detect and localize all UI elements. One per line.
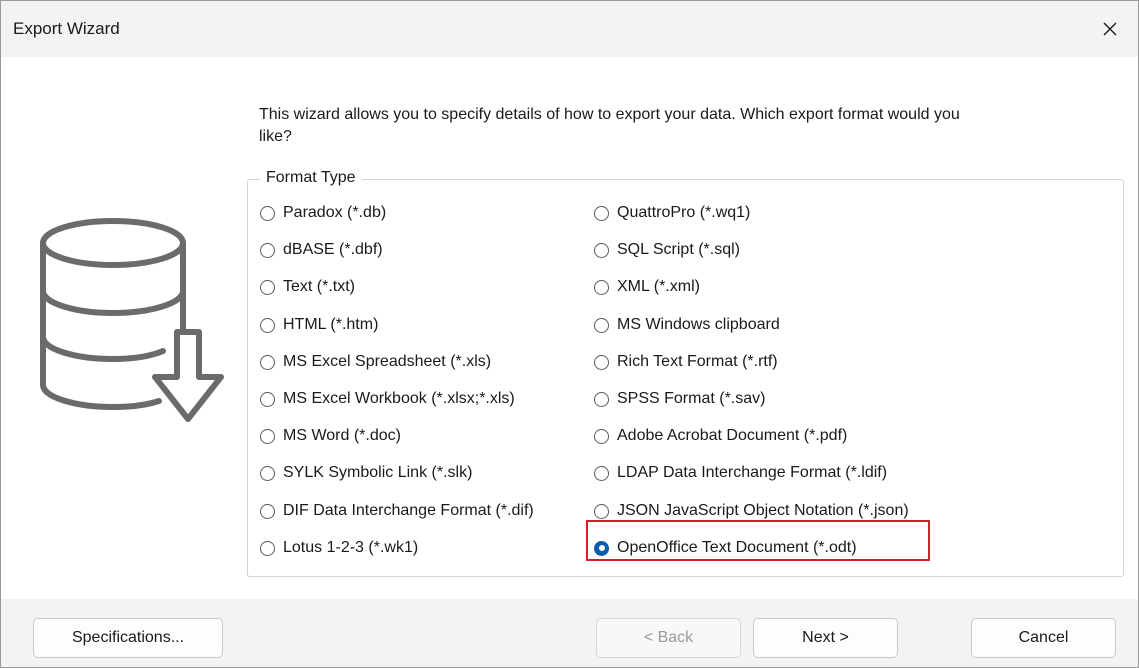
format-option[interactable]: Paradox (*.db) (260, 198, 386, 228)
format-option-label: dBASE (*.dbf) (283, 241, 383, 258)
format-option[interactable]: MS Word (*.doc) (260, 421, 401, 451)
format-option-label: OpenOffice Text Document (*.odt) (617, 539, 857, 556)
format-option[interactable]: Text (*.txt) (260, 272, 355, 302)
format-option[interactable]: SPSS Format (*.sav) (594, 384, 765, 414)
radio-button-icon[interactable] (594, 465, 609, 481)
close-icon (1103, 22, 1117, 36)
format-option-label: Lotus 1-2-3 (*.wk1) (283, 539, 419, 556)
format-option[interactable]: DIF Data Interchange Format (*.dif) (260, 496, 534, 526)
radio-button-icon[interactable] (594, 503, 609, 519)
format-option[interactable]: Adobe Acrobat Document (*.pdf) (594, 421, 847, 451)
format-option-label: Paradox (*.db) (283, 204, 387, 221)
radio-button-icon[interactable] (594, 317, 609, 333)
radio-button-icon[interactable] (260, 205, 275, 221)
button-bar: Specifications... < Back Next > Cancel (1, 599, 1138, 667)
format-option[interactable]: MS Excel Spreadsheet (*.xls) (260, 347, 491, 377)
radio-button-icon[interactable] (594, 242, 609, 258)
radio-button-icon[interactable] (260, 317, 275, 333)
format-option-label: MS Excel Spreadsheet (*.xls) (283, 353, 492, 370)
radio-button-icon[interactable] (594, 279, 609, 295)
intro-text: This wizard allows you to specify detail… (259, 106, 960, 145)
radio-button-icon[interactable] (594, 391, 609, 407)
radio-button-icon[interactable] (260, 279, 275, 295)
format-type-legend: Format Type (260, 169, 362, 187)
format-option-label: MS Word (*.doc) (283, 427, 401, 444)
format-option-label: Adobe Acrobat Document (*.pdf) (617, 427, 848, 444)
format-option-label: JSON JavaScript Object Notation (*.json) (617, 502, 909, 519)
format-option-label: SYLK Symbolic Link (*.slk) (283, 464, 473, 481)
format-option-label: MS Excel Workbook (*.xlsx;*.xls) (283, 390, 515, 407)
window-title: Export Wizard (13, 19, 120, 38)
format-option[interactable]: JSON JavaScript Object Notation (*.json) (594, 496, 909, 526)
format-option-label: HTML (*.htm) (283, 316, 379, 333)
radio-button-icon[interactable] (594, 540, 609, 556)
radio-button-icon[interactable] (260, 242, 275, 258)
format-option-label: LDAP Data Interchange Format (*.ldif) (617, 464, 888, 481)
export-wizard-window: Export Wizard This wizard allows you to … (0, 0, 1139, 668)
specifications-button[interactable]: Specifications... (33, 618, 223, 658)
format-option-label: SQL Script (*.sql) (617, 241, 740, 258)
format-option[interactable]: QuattroPro (*.wq1) (594, 198, 750, 228)
format-option[interactable]: MS Windows clipboard (594, 310, 780, 340)
format-option[interactable]: Rich Text Format (*.rtf) (594, 347, 778, 377)
format-option[interactable]: dBASE (*.dbf) (260, 235, 383, 265)
cancel-button[interactable]: Cancel (971, 618, 1116, 658)
format-option-label: MS Windows clipboard (617, 316, 780, 333)
format-option-label: QuattroPro (*.wq1) (617, 204, 751, 221)
format-option[interactable]: XML (*.xml) (594, 272, 700, 302)
format-option-label: XML (*.xml) (617, 278, 700, 295)
next-button[interactable]: Next > (753, 618, 898, 658)
format-option[interactable]: OpenOffice Text Document (*.odt) (594, 533, 857, 563)
title-bar: Export Wizard (1, 1, 1138, 57)
format-option-label: Rich Text Format (*.rtf) (617, 353, 778, 370)
format-option[interactable]: HTML (*.htm) (260, 310, 378, 340)
radio-button-icon[interactable] (260, 391, 275, 407)
database-export-icon (40, 218, 224, 422)
radio-button-icon[interactable] (260, 503, 275, 519)
radio-button-icon[interactable] (594, 205, 609, 221)
radio-button-icon[interactable] (260, 354, 275, 370)
radio-button-icon[interactable] (594, 354, 609, 370)
radio-button-icon[interactable] (594, 428, 609, 444)
close-button[interactable] (1082, 1, 1138, 57)
wizard-content: This wizard allows you to specify detail… (1, 57, 1138, 599)
radio-button-icon[interactable] (260, 540, 275, 556)
format-option-label: DIF Data Interchange Format (*.dif) (283, 502, 534, 519)
format-option[interactable]: Lotus 1-2-3 (*.wk1) (260, 533, 418, 563)
format-option[interactable]: SQL Script (*.sql) (594, 235, 740, 265)
radio-button-icon[interactable] (260, 465, 275, 481)
format-option[interactable]: LDAP Data Interchange Format (*.ldif) (594, 458, 887, 488)
format-option[interactable]: SYLK Symbolic Link (*.slk) (260, 458, 472, 488)
format-option[interactable]: MS Excel Workbook (*.xlsx;*.xls) (260, 384, 515, 414)
radio-button-icon[interactable] (260, 428, 275, 444)
back-button[interactable]: < Back (596, 618, 741, 658)
format-option-label: Text (*.txt) (283, 278, 356, 295)
format-option-label: SPSS Format (*.sav) (617, 390, 766, 407)
